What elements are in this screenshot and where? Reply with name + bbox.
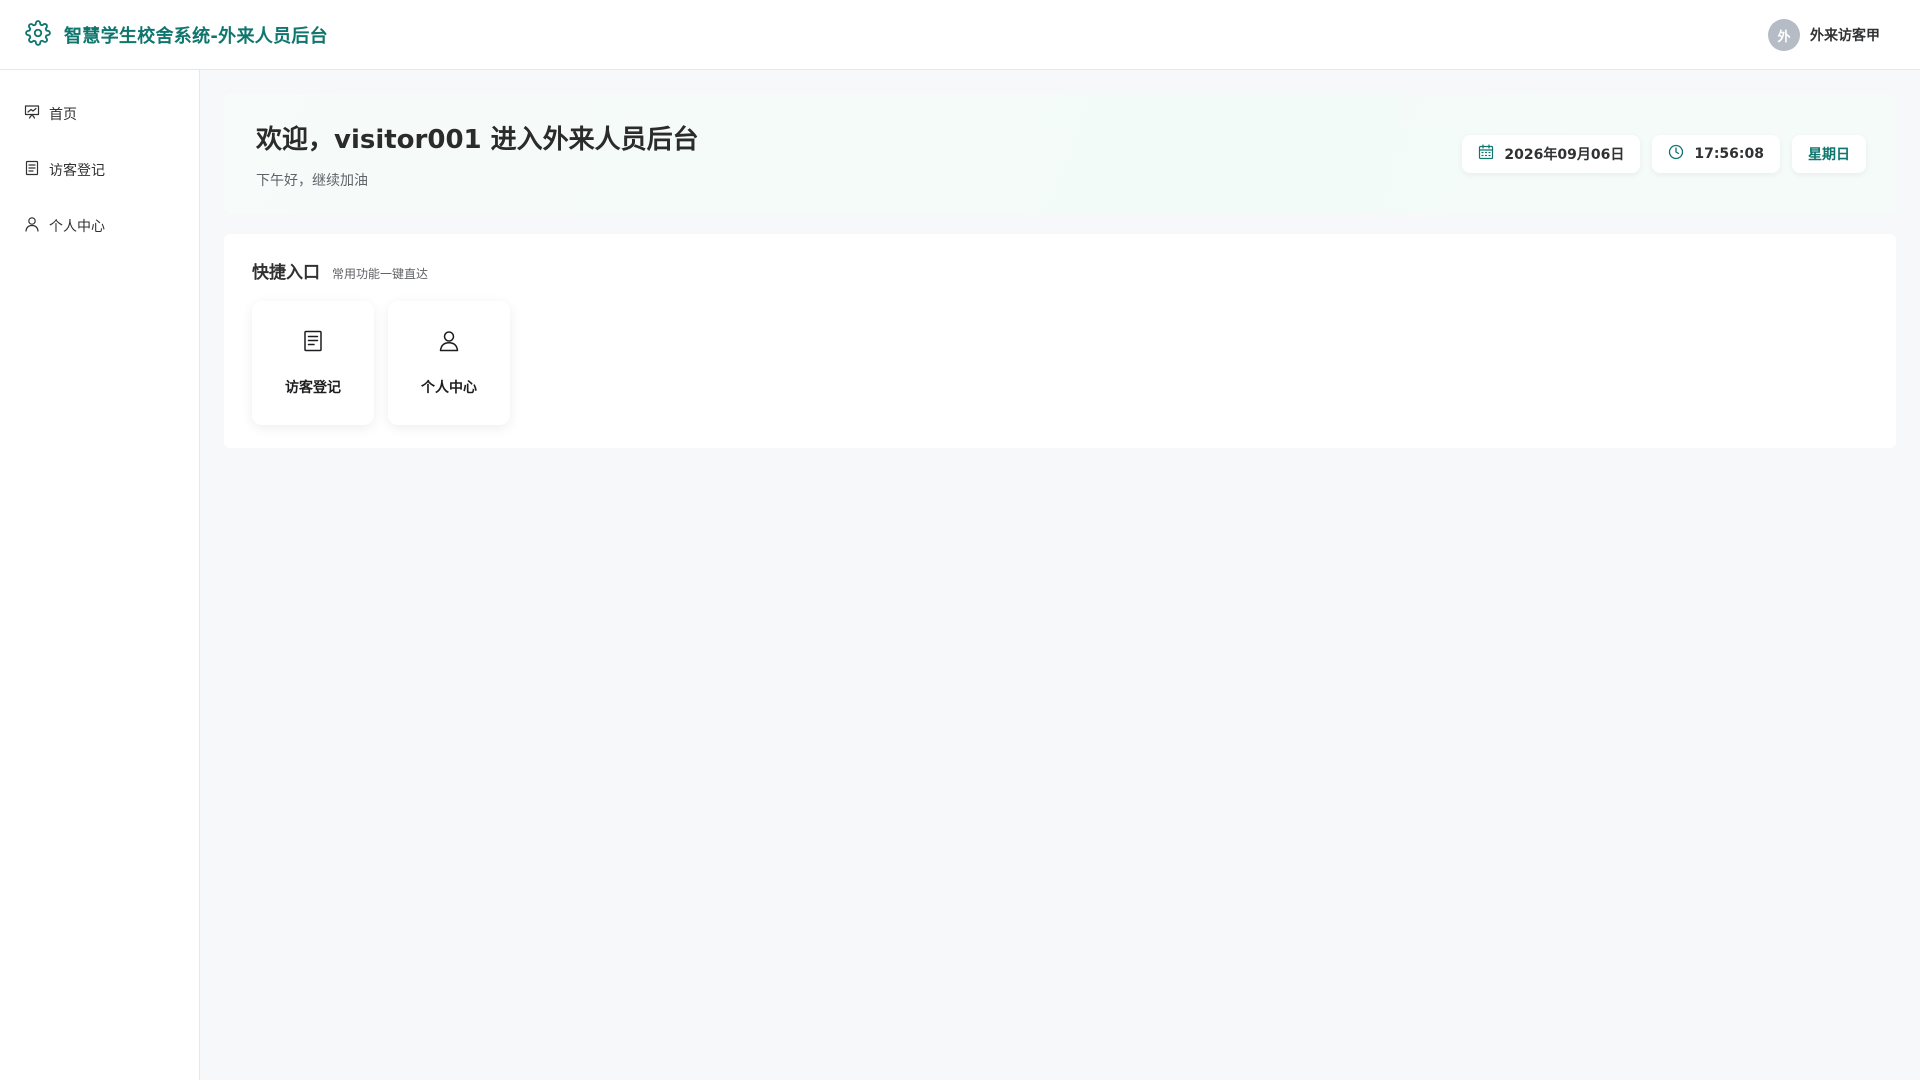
quick-card-label: 个人中心 [421,380,477,396]
welcome-banner: 欢迎，visitor001 进入外来人员后台 下午好，继续加油 2026年09月… [224,94,1896,214]
datetime-group: 2026年09月06日 17:56:08 星期日 [1462,135,1866,173]
quick-access-panel: 快捷入口 常用功能一键直达 访客登记 个人中心 [224,234,1896,448]
user-name[interactable]: 外来访客甲 [1810,25,1880,45]
document-icon [301,329,325,357]
quick-access-grid: 访客登记 个人中心 [252,301,1868,425]
app-title: 智慧学生校舍系统-外来人员后台 [64,25,328,47]
sidebar-item-label: 个人中心 [49,219,105,235]
quick-access-subtitle: 常用功能一键直达 [332,267,429,281]
user-menu[interactable]: 外 外来访客甲 [1768,19,1880,51]
date-text: 2026年09月06日 [1504,147,1625,163]
weekday-text: 星期日 [1808,147,1850,163]
main-content: 欢迎，visitor001 进入外来人员后台 下午好，继续加油 2026年09月… [224,94,1896,448]
user-icon [437,329,461,357]
date-chip: 2026年09月06日 [1462,135,1641,173]
weekday-chip: 星期日 [1792,135,1866,173]
document-icon [24,160,40,180]
sidebar: 首页 访客登记 个人中心 [0,70,200,1080]
sidebar-item-label: 首页 [49,107,77,123]
chart-board-icon [24,104,40,124]
sidebar-item-profile[interactable]: 个人中心 [0,198,199,254]
quick-card-profile[interactable]: 个人中心 [388,301,510,425]
sidebar-item-visitor-register[interactable]: 访客登记 [0,142,199,198]
clock-icon [1668,144,1694,164]
quick-access-header: 快捷入口 常用功能一键直达 [252,258,1868,283]
calendar-icon [1478,144,1504,164]
user-icon [24,216,40,236]
quick-access-title: 快捷入口 [252,263,320,283]
quick-card-label: 访客登记 [285,380,341,396]
time-chip: 17:56:08 [1652,135,1780,173]
gear-icon [25,19,51,50]
time-text: 17:56:08 [1694,146,1764,162]
brand[interactable]: 智慧学生校舍系统-外来人员后台 [25,19,328,50]
avatar[interactable]: 外 [1768,19,1800,51]
sidebar-item-home[interactable]: 首页 [0,86,199,142]
sidebar-item-label: 访客登记 [49,163,105,179]
quick-card-visitor-register[interactable]: 访客登记 [252,301,374,425]
top-header: 智慧学生校舍系统-外来人员后台 外 外来访客甲 [0,0,1920,70]
